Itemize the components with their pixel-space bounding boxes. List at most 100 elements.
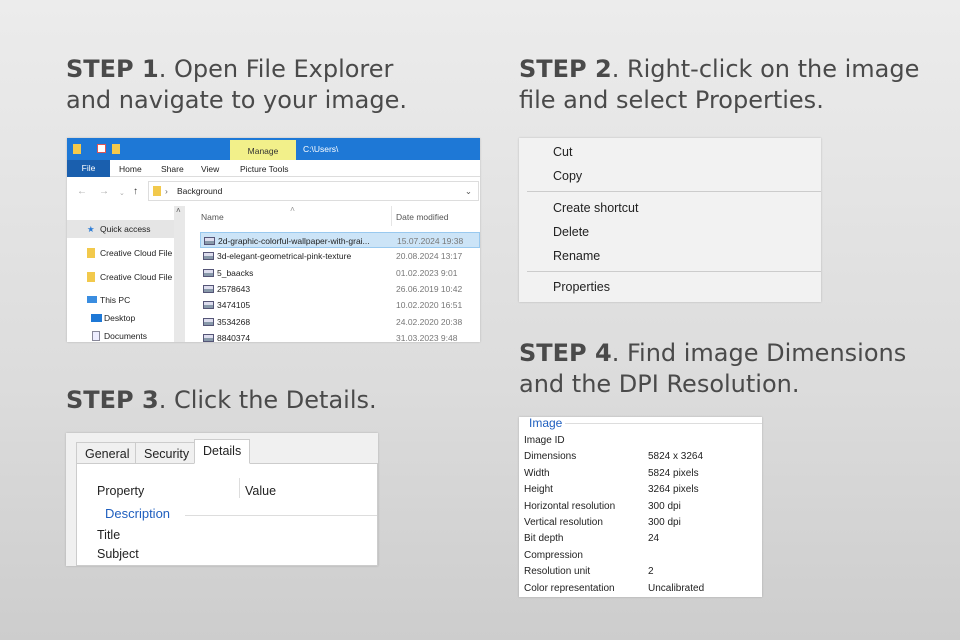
file-name: 2d-graphic-colorful-wallpaper-with-grai.… [218,236,370,246]
details-table: Property Value Description Title Subject [76,463,378,566]
sidebar-scrollbar[interactable]: ˄ [174,206,185,342]
menu-separator [527,271,821,272]
menu-item-create-shortcut[interactable]: Create shortcut [553,201,638,215]
tab-view[interactable]: View [201,164,219,174]
section-description: Description [105,506,171,521]
folder-icon [153,186,161,196]
recent-chevron-icon[interactable]: ⌄ [119,189,125,197]
section-image: Image [529,417,563,430]
property-row: Resolution unit 2 [524,566,762,577]
up-icon[interactable]: ↑ [133,186,138,197]
window-path: C:\Users\ [303,144,339,154]
file-name: 8840374 [217,332,251,342]
file-date: 15.07.2024 19:38 [397,236,464,246]
column-date-header[interactable]: Date modified [396,212,448,222]
image-file-icon [203,333,214,342]
file-date: 20.08.2024 13:17 [396,251,463,262]
tab-details[interactable]: Details [194,439,251,464]
back-icon[interactable]: ← [77,186,87,197]
tab-general[interactable]: General [76,442,139,464]
file-row[interactable]: 2578643 26.06.2019 10:42 [200,281,480,297]
context-menu: Cut Copy Create shortcut Delete Rename P… [519,138,821,302]
column-property-header[interactable]: Property [97,484,144,498]
star-icon: ★ [87,224,95,234]
file-explorer-window: Manage C:\Users\ Home Share View Picture… [67,138,480,342]
menu-item-rename[interactable]: Rename [553,249,600,263]
tab-share[interactable]: Share [161,164,184,174]
tab-file[interactable]: File [67,160,110,177]
sort-ascending-icon: ˄ [290,204,295,214]
image-file-icon [203,317,214,326]
step-4-heading: STEP 4. Find image Dimensions and the DPI… [519,339,907,398]
step-3-heading: STEP 3. Click the Details. [66,386,377,414]
property-name: Vertical resolution [524,517,603,528]
file-name: 3d-elegant-geometrical-pink-texture [217,251,352,262]
file-date: 26.06.2019 10:42 [396,283,463,294]
scroll-up-icon[interactable]: ˄ [176,206,181,215]
property-value: 300 dpi [648,517,681,528]
sidebar-item-desktop[interactable]: Desktop [67,309,177,327]
properties-dialog: Property Value Description Title Subject… [66,433,378,566]
property-name: Horizontal resolution [524,500,616,512]
tab-manage[interactable]: Manage [230,140,296,160]
file-row[interactable]: 8840374 31.03.2023 9:48 [200,330,480,342]
image-properties-section: Image Image ID Dimensions 5824 x 3264 Width… [519,417,762,597]
property-name: Dimensions [524,451,577,463]
sidebar-item-creative-cloud-1[interactable]: Creative Cloud File [67,244,177,262]
documents-icon [92,331,100,341]
property-row: Height 3264 pixels [524,484,762,495]
property-value: 5824 pixels [648,467,699,479]
image-file-icon [204,237,215,245]
desktop-icon [91,314,102,322]
menu-item-cut[interactable]: Cut [553,145,572,159]
file-name: 3474105 [217,300,251,311]
property-title: Title [97,528,121,542]
property-subject: Subject [97,547,139,561]
file-row[interactable]: 3474105 10.02.2020 16:51 [200,297,480,313]
address-bar[interactable]: › Background ⌄ [148,181,479,201]
sidebar-item-this-pc[interactable]: This PC [67,291,177,309]
menu-item-properties[interactable]: Properties [553,280,610,294]
file-row[interactable]: 3d-elegant-geometrical-pink-texture 20.08… [200,248,480,264]
property-row: Compression [524,550,762,561]
file-row[interactable]: 3534268 24.02.2020 20:38 [200,314,480,330]
property-name: Image ID [524,435,565,446]
sidebar-item-documents[interactable]: Documents [67,327,177,342]
sidebar-item-quick-access[interactable]: ★ Quick access [67,220,177,238]
property-value: 5824 x 3264 [648,451,704,463]
sidebar-item-creative-cloud-2[interactable]: Creative Cloud File [67,268,177,286]
property-row: Bit depth 24 [524,533,762,544]
forward-icon[interactable]: → [99,186,109,197]
dropdown-chevron-icon[interactable]: ⌄ [465,182,472,200]
file-date: 01.02.2023 9:01 [396,267,458,278]
step-1-heading: STEP 1. Open File Explorer and navigate t… [66,55,408,114]
tab-home[interactable]: Home [119,164,142,174]
image-file-icon [203,268,214,277]
folder-icon [87,272,95,282]
menu-item-copy[interactable]: Copy [553,169,582,183]
property-name: Height [524,484,553,496]
tab-security[interactable]: Security [135,442,199,464]
breadcrumb-chevron-icon: › [165,186,168,196]
file-row[interactable]: 5_baacks 01.02.2023 9:01 [200,265,480,281]
property-row: Color representation Uncalibrated [524,583,762,594]
folder-icon [73,144,81,154]
image-file-icon [203,301,214,310]
file-name: 3534268 [217,316,251,327]
properties-icon [97,144,106,153]
menu-item-delete[interactable]: Delete [553,225,589,239]
column-value-header[interactable]: Value [245,484,276,498]
file-date: 31.03.2023 9:48 [396,332,458,342]
property-row: Horizontal resolution 300 dpi [524,501,762,512]
file-name: 2578643 [217,283,251,294]
file-date: 24.02.2020 20:38 [396,316,463,327]
tab-picture-tools[interactable]: Picture Tools [240,164,289,174]
property-name: Color representation [524,582,615,594]
property-row: Width 5824 pixels [524,468,762,479]
column-name-header[interactable]: Name [201,212,224,222]
property-row: Dimensions 5824 x 3264 [524,451,762,462]
file-row[interactable]: 2d-graphic-colorful-wallpaper-with-grai.… [200,232,480,248]
property-value: 3264 pixels [648,484,699,496]
file-date: 10.02.2020 16:51 [396,300,463,311]
menu-separator [527,191,821,192]
